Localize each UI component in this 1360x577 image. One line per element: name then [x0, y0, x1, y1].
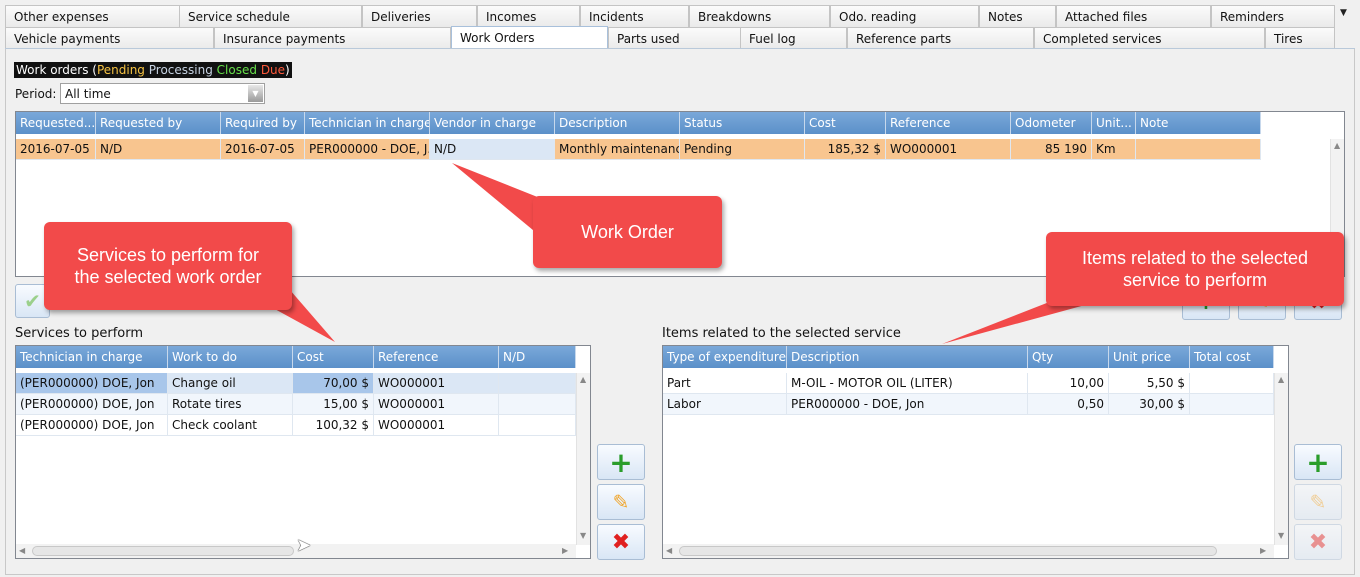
- work-order-callout-text: Work Order: [581, 222, 674, 242]
- services-callout-text: Services to perform for the selected wor…: [74, 245, 262, 287]
- services-callout: Services to perform for the selected wor…: [44, 222, 292, 310]
- work-order-callout: Work Order: [533, 196, 722, 268]
- items-callout: Items related to the selected service to…: [1046, 232, 1344, 306]
- items-callout-text: Items related to the selected service to…: [1081, 248, 1309, 290]
